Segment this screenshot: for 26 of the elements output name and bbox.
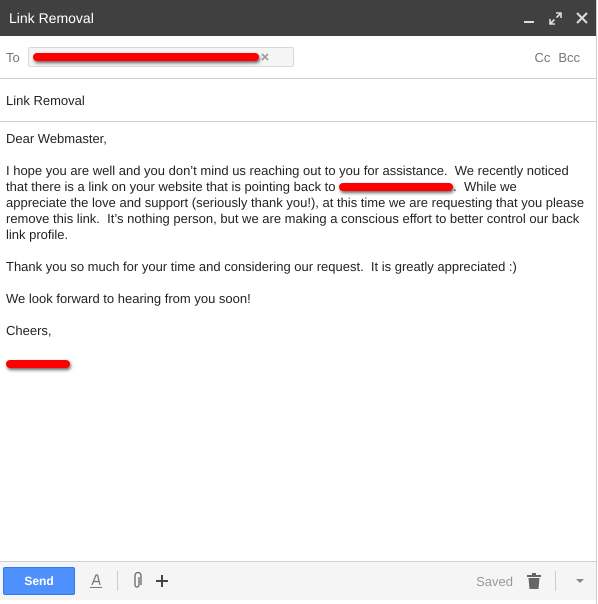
recipient-chip[interactable] xyxy=(28,47,294,67)
body-text: remove this link. It’s nothing person, but we are making a conscious effort to better control our back xyxy=(6,211,580,227)
close-icon[interactable] xyxy=(576,12,588,24)
body-text: that there is a link on your website that is pointing back to xyxy=(6,179,337,195)
body-text: We look forward to hearing from you soon! xyxy=(6,291,251,306)
expand-icon[interactable] xyxy=(549,12,562,24)
bcc-link[interactable]: Bcc xyxy=(558,50,580,64)
paperclip-icon[interactable] xyxy=(132,572,142,590)
subject-field[interactable]: Link Removal xyxy=(6,92,85,108)
body-text: link profile. xyxy=(6,227,68,243)
window-title: Link Removal xyxy=(9,10,95,26)
body-text: I hope you are well and you don’t mind us reaching out to you for assistance. We recently noticed xyxy=(6,163,569,179)
saved-status: Saved xyxy=(476,574,513,588)
remove-icon[interactable] xyxy=(260,53,269,61)
redaction-mark xyxy=(6,360,70,368)
send-button[interactable]: Send xyxy=(3,567,75,595)
cc-link[interactable]: Cc xyxy=(534,50,550,64)
body-text: . While we xyxy=(453,179,517,195)
body-text: Cheers, xyxy=(6,323,52,338)
body-text: Dear Webmaster, xyxy=(6,131,107,146)
text-format-icon[interactable] xyxy=(89,573,103,589)
to-label: To xyxy=(6,50,20,64)
body-text: Thank you so much for your time and considering our request. It is greatly appreciated :) xyxy=(6,259,517,274)
plus-icon[interactable] xyxy=(156,575,168,587)
trash-icon[interactable] xyxy=(527,573,541,589)
body-text: appreciate the love and support (seriously thank you!), at this time we are requesting that you please xyxy=(6,195,584,211)
